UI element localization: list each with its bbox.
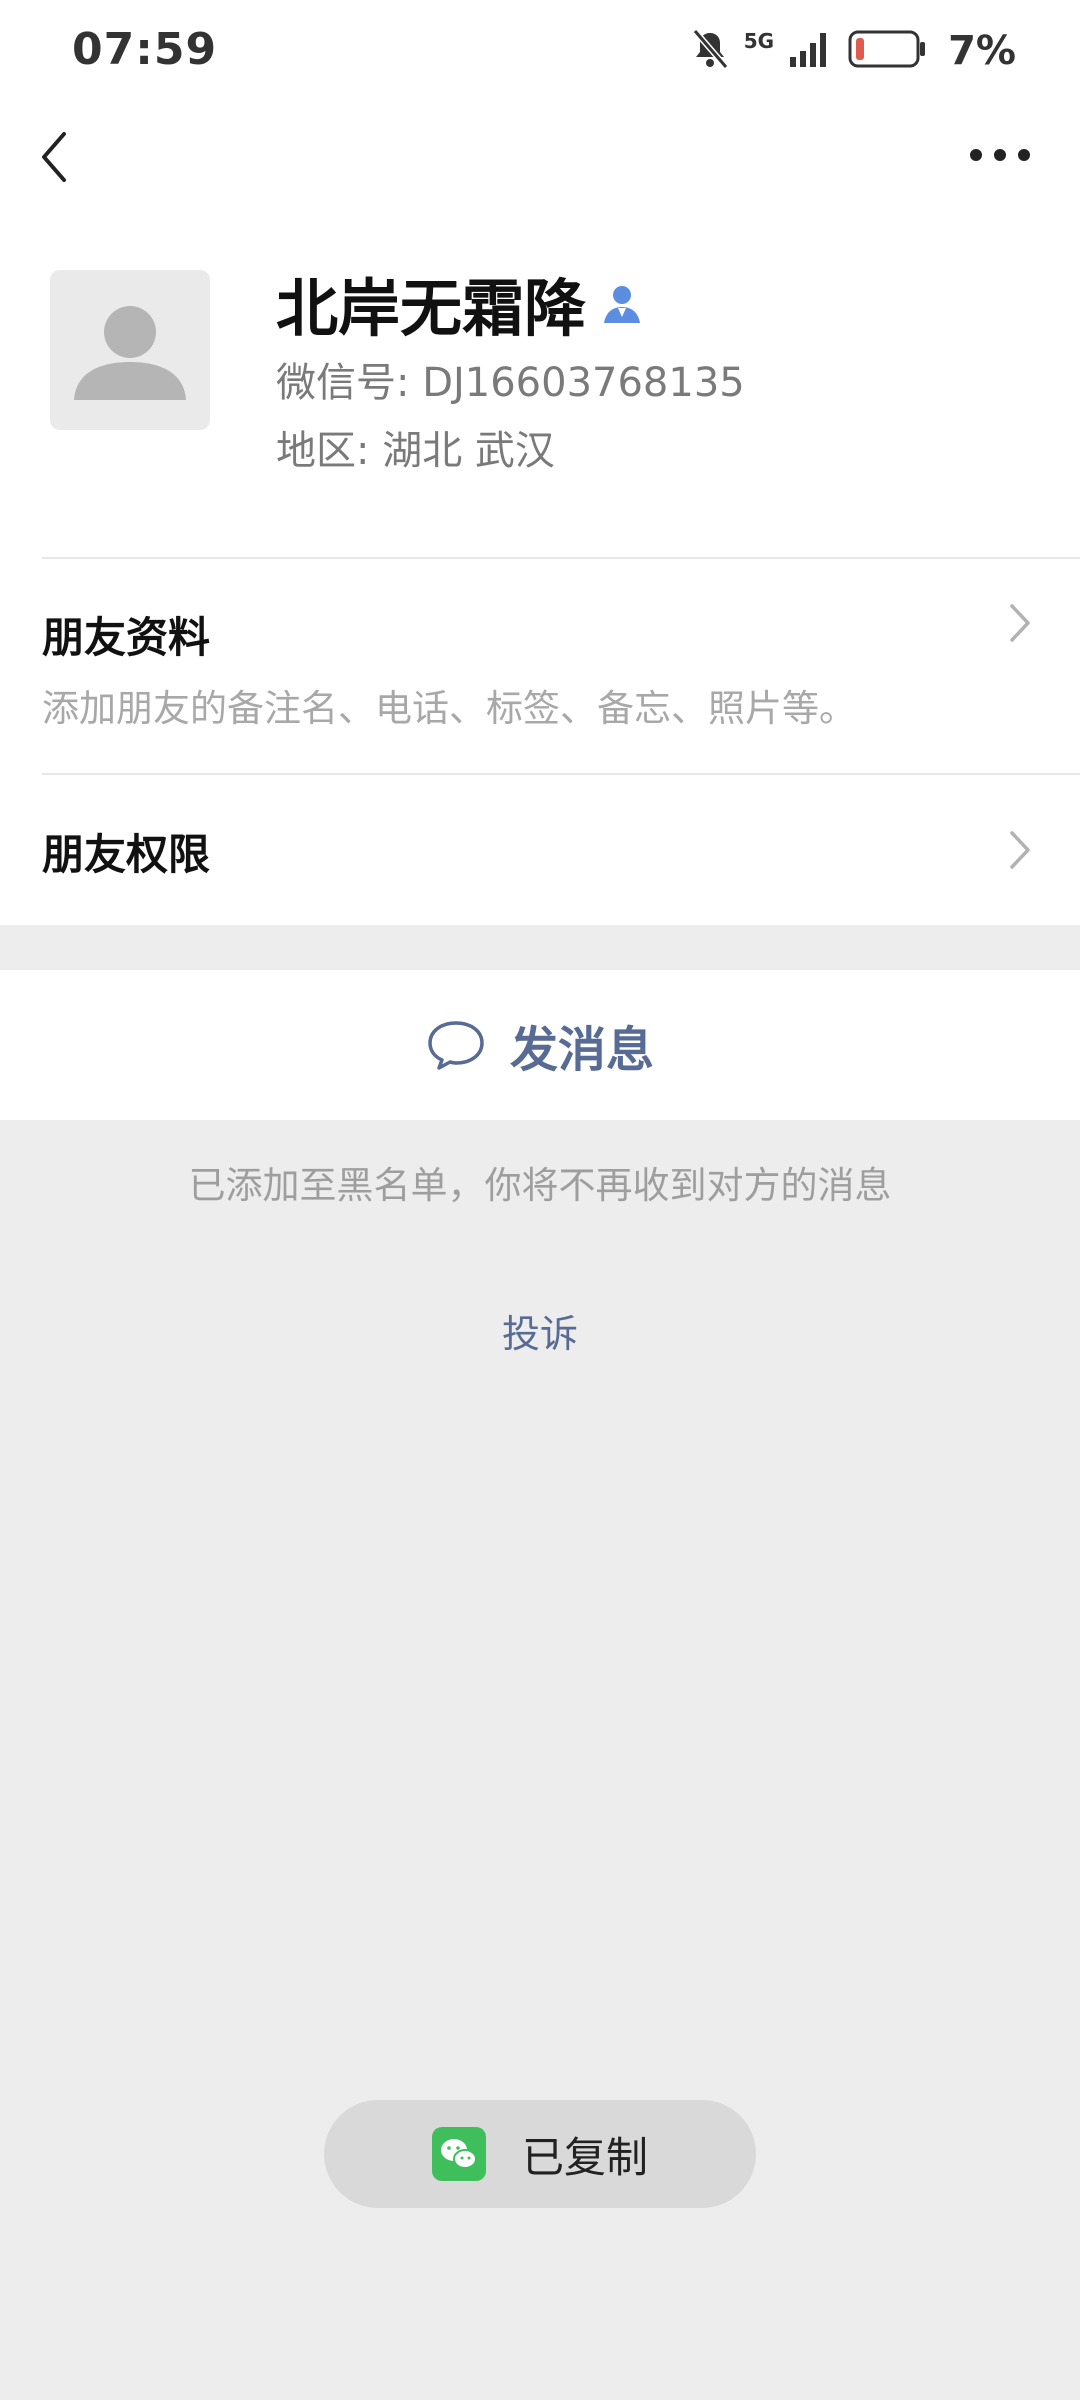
complain-link[interactable]: 投诉 <box>0 1303 1080 1358</box>
top-nav-bar <box>0 100 1080 210</box>
region: 地区: 湖北 武汉 <box>276 428 555 474</box>
chat-bubble-icon <box>428 1021 484 1070</box>
wechat-id[interactable]: 微信号: DJ16603768135 <box>276 350 745 408</box>
name-row: 北岸无霜降 <box>276 258 644 348</box>
contact-person-icon <box>604 286 641 323</box>
status-time: 07:59 <box>72 24 218 75</box>
battery-icon <box>848 29 928 73</box>
friend-info-subtitle: 添加朋友的备注名、电话、标签、备忘、照片等。 <box>42 687 856 730</box>
divider <box>42 557 1080 559</box>
friend-permissions-row[interactable]: 朋友权限 <box>0 775 1080 925</box>
wechat-logo-icon <box>431 2127 486 2181</box>
more-dots-icon <box>970 149 1030 161</box>
toast-label: 已复制 <box>521 2132 648 2182</box>
status-indicators: 5G 7% <box>690 26 1016 76</box>
profile-card: 北岸无霜降 微信号: DJ16603768135 地区: 湖北 武汉 <box>0 210 1080 560</box>
network-type: 5G <box>743 29 775 53</box>
status-bar: 07:59 5G 7% <box>0 0 1080 100</box>
more-button[interactable] <box>960 125 1040 185</box>
signal-icon <box>788 29 834 73</box>
battery-percent: 7% <box>948 28 1016 74</box>
chevron-right-icon <box>1010 831 1030 869</box>
friend-info-title: 朋友资料 <box>42 613 211 662</box>
back-arrow-icon <box>42 132 66 182</box>
back-button[interactable] <box>30 122 90 192</box>
blacklist-notice: 已添加至黑名单，你将不再收到对方的消息 <box>188 1164 892 1207</box>
avatar-placeholder-icon <box>74 306 186 400</box>
bell-muted-icon <box>690 27 730 75</box>
chevron-right-icon <box>1010 604 1030 642</box>
copied-toast: 已复制 <box>324 2100 756 2208</box>
friend-info-row[interactable]: 朋友资料 添加朋友的备注名、电话、标签、备忘、照片等。 <box>0 560 1080 775</box>
send-message-label: 发消息 <box>509 1022 654 1078</box>
friend-permissions-title: 朋友权限 <box>42 830 211 879</box>
send-message-button[interactable]: 发消息 <box>0 970 1080 1120</box>
avatar[interactable] <box>50 270 210 430</box>
contact-name: 北岸无霜降 <box>276 272 587 345</box>
